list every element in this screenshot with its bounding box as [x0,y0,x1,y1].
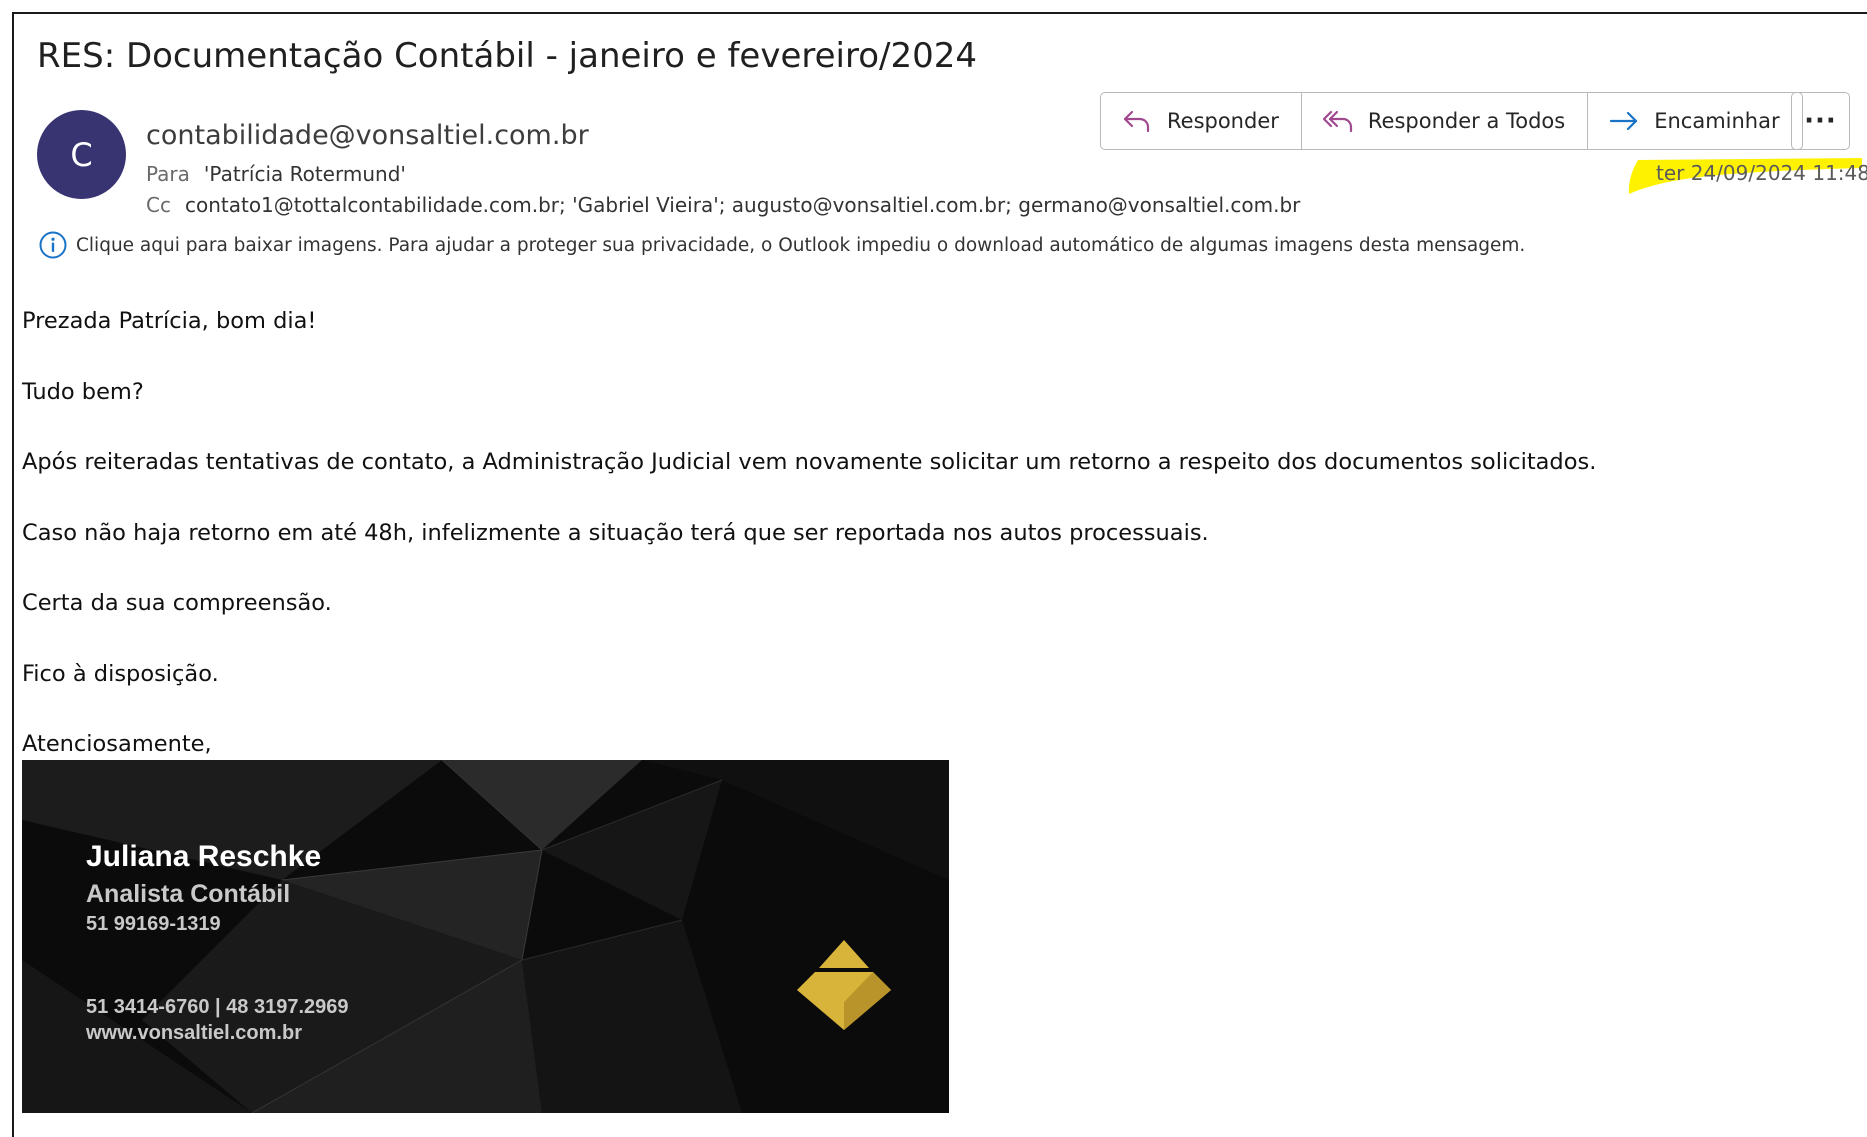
email-body: Prezada Patrícia, bom dia! Tudo bem? Apó… [22,306,1596,759]
infobar-text[interactable]: Clique aqui para baixar imagens. Para aj… [76,235,1525,256]
more-actions-button[interactable]: ··· [1791,92,1850,150]
message-actions-toolbar: Responder Responder a Todos Encaminhar [1100,92,1803,150]
body-closing: Atenciosamente, [22,731,212,757]
recipients-cc: Cc contato1@tottalcontabilidade.com.br; '… [146,193,1300,217]
signature-mobile: 51 99169-1319 [86,913,221,935]
body-line: Após reiteradas tentativas de contato, a… [22,449,1597,475]
cc-recipients[interactable]: contato1@tottalcontabilidade.com.br; 'Ga… [185,193,1300,217]
received-date: ter 24/09/2024 11:48 [1626,156,1867,202]
signature-name: Juliana Reschke [86,840,322,873]
blocked-images-infobar[interactable]: Clique aqui para baixar imagens. Para aj… [38,230,1525,260]
signature-background [22,760,949,1113]
info-icon [39,231,67,259]
reply-all-label: Responder a Todos [1367,109,1566,133]
reply-all-icon [1322,110,1352,133]
date-text: ter 24/09/2024 11:48 [1656,161,1867,185]
body-greeting: Prezada Patrícia, bom dia! [22,308,317,334]
cc-label: Cc [146,193,171,217]
body-line: Fico à disposição. [22,660,219,687]
forward-arrow-icon [1610,111,1638,131]
recipients-to: Para 'Patrícia Rotermund' [146,162,406,186]
forward-button[interactable]: Encaminhar [1588,93,1801,149]
reply-button[interactable]: Responder [1101,93,1302,149]
signature-role: Analista Contábil [86,880,291,908]
signature-website: www.vonsaltiel.com.br [86,1022,302,1044]
reply-label: Responder [1167,109,1279,133]
signature-phones: 51 3414-6760 | 48 3197.2969 [86,996,349,1018]
sender-avatar[interactable]: C [37,110,126,199]
sender-address[interactable]: contabilidade@vonsaltiel.com.br [146,120,589,151]
forward-label: Encaminhar [1654,109,1780,133]
to-label: Para [146,162,190,186]
signature-image: Juliana Reschke Analista Contábil 51 991… [22,760,949,1113]
body-line: Certa da sua compreensão. [22,590,332,616]
to-recipient[interactable]: 'Patrícia Rotermund' [204,162,406,186]
email-subject: RES: Documentação Contábil - janeiro e f… [37,36,977,76]
body-line: Caso não haja retorno em até 48h, infeli… [22,519,1209,546]
reply-all-button[interactable]: Responder a Todos [1302,93,1589,149]
company-logo-icon [797,940,891,1030]
body-line: Tudo bem? [22,378,144,405]
reply-icon [1123,110,1150,133]
